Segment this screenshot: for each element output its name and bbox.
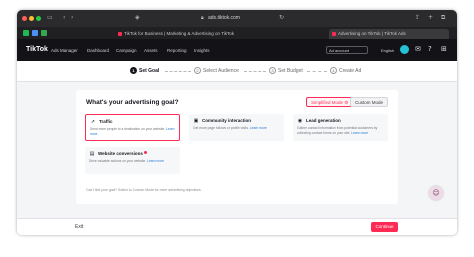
objective-desc-text: Drive valuable actions on your website. bbox=[89, 159, 147, 163]
nav-assets[interactable]: Assets bbox=[144, 47, 158, 54]
maximize-window-button[interactable] bbox=[36, 16, 41, 21]
avatar[interactable] bbox=[400, 45, 409, 54]
page-title: What's your advertising goal? bbox=[86, 99, 179, 106]
account-selector[interactable]: Ad account bbox=[326, 46, 368, 54]
step-label: Set Budget bbox=[278, 68, 303, 74]
sidebar-icon[interactable]: ▭ bbox=[47, 14, 53, 22]
step-number: 2 bbox=[194, 67, 201, 74]
objective-name: Community interaction bbox=[202, 118, 252, 123]
step-number: 3 bbox=[269, 67, 276, 74]
step-set-goal[interactable]: 1 Set Goal bbox=[130, 67, 159, 75]
share-icon[interactable]: ⇪ bbox=[415, 14, 420, 22]
new-tab-icon[interactable]: + bbox=[428, 14, 433, 22]
browser-tab[interactable]: TikTok for Business | Marketing & Advert… bbox=[115, 29, 265, 39]
step-select-audience[interactable]: 2 Select Audience bbox=[194, 67, 239, 75]
back-icon[interactable]: ‹ bbox=[63, 14, 65, 22]
help-icon[interactable]: ? bbox=[428, 45, 432, 54]
forward-icon[interactable]: › bbox=[71, 14, 73, 22]
simplified-mode-label: Simplified Mode bbox=[311, 100, 344, 105]
step-label: Set Goal bbox=[139, 68, 160, 74]
browser-tab-active[interactable]: Advertising on TikTok | TikTok Ads bbox=[329, 29, 449, 39]
app-header: TikTok Ads Manager Dashboard Campaign As… bbox=[17, 39, 457, 61]
privacy-shield-icon[interactable]: ◈ bbox=[135, 14, 140, 22]
learn-more-link[interactable]: Learn more bbox=[147, 159, 164, 163]
objective-traffic[interactable]: ➚ Traffic Send more people to a destinat… bbox=[85, 114, 180, 141]
extension-icon[interactable] bbox=[32, 30, 38, 36]
nav-reporting[interactable]: Reporting bbox=[167, 47, 187, 54]
community-icon: ▣ bbox=[193, 118, 199, 124]
step-number: 4 bbox=[330, 67, 337, 74]
objective-website-conversions[interactable]: ▤ Website conversions Drive valuable act… bbox=[85, 147, 180, 174]
objective-description: Gather contact information from potentia… bbox=[297, 126, 385, 135]
extension-icon[interactable] bbox=[23, 30, 29, 36]
step-number: 1 bbox=[130, 67, 137, 74]
objective-description: Send more people to a destination on you… bbox=[90, 127, 178, 136]
tab-label: Advertising on TikTok | TikTok Ads bbox=[338, 31, 406, 36]
conversion-icon: ▤ bbox=[89, 151, 95, 157]
mail-icon[interactable]: ✉ bbox=[415, 45, 421, 54]
close-window-button[interactable] bbox=[22, 16, 27, 21]
minimize-window-button[interactable] bbox=[29, 16, 34, 21]
objective-name: Traffic bbox=[99, 119, 113, 124]
bottom-action-bar: Exit Continue bbox=[17, 218, 457, 235]
step-connector bbox=[244, 71, 266, 72]
chat-icon: ☺ bbox=[432, 189, 440, 197]
tiktok-favicon-icon bbox=[118, 32, 122, 36]
lock-icon: 🔒︎ bbox=[201, 15, 204, 21]
tiktok-logo[interactable]: TikTok bbox=[26, 46, 48, 54]
step-set-budget[interactable]: 3 Set Budget bbox=[269, 67, 303, 75]
exit-button[interactable]: Exit bbox=[75, 224, 83, 231]
address-bar[interactable]: ads.tiktok.com bbox=[208, 14, 268, 23]
step-create-ad[interactable]: 4 Create Ad bbox=[330, 67, 361, 75]
tab-overview-icon[interactable]: ⧉ bbox=[441, 14, 445, 22]
extension-icon[interactable] bbox=[41, 30, 47, 36]
learn-more-link[interactable]: Learn more bbox=[250, 126, 267, 130]
nav-campaign[interactable]: Campaign bbox=[116, 47, 137, 54]
browser-toolbar: ▭ ‹ › ◈ 🔒︎ ads.tiktok.com ↻ ⇪ + ⧉ bbox=[17, 10, 457, 27]
objective-lead-generation[interactable]: ◉ Lead generation Gather contact informa… bbox=[293, 114, 388, 141]
reload-icon[interactable]: ↻ bbox=[279, 14, 284, 22]
chat-support-button[interactable]: ☺ bbox=[429, 186, 443, 200]
logo-subtitle: Ads Manager bbox=[51, 48, 78, 53]
apps-grid-icon[interactable]: ⊞ bbox=[441, 45, 447, 54]
custom-mode-button[interactable]: Custom Mode bbox=[350, 97, 389, 107]
step-label: Select Audience bbox=[203, 68, 239, 74]
cursor-icon: ➚ bbox=[90, 119, 96, 125]
nav-dashboard[interactable]: Dashboard bbox=[87, 47, 109, 54]
campaign-stepper: 1 Set Goal 2 Select Audience 3 Set Budget 4… bbox=[17, 61, 457, 82]
footer-note: Can't find your goal? Switch to Custom M… bbox=[86, 188, 202, 192]
step-label: Create Ad bbox=[339, 68, 362, 74]
learn-more-link[interactable]: Learn more bbox=[351, 131, 368, 135]
continue-button[interactable]: Continue bbox=[371, 222, 398, 232]
new-badge bbox=[143, 151, 147, 154]
browser-window: ▭ ‹ › ◈ 🔒︎ ads.tiktok.com ↻ ⇪ + ⧉ TikTok… bbox=[17, 10, 457, 235]
objective-community-interaction[interactable]: ▣ Community interaction Get more page fo… bbox=[189, 114, 284, 141]
objective-name: Website conversions bbox=[98, 151, 147, 157]
objective-name: Lead generation bbox=[306, 118, 341, 123]
objective-desc-text: Send more people to a destination on you… bbox=[90, 127, 166, 131]
objective-description: Get more page follows or profile visits.… bbox=[193, 126, 281, 131]
tab-label: TikTok for Business | Marketing & Advert… bbox=[124, 31, 235, 36]
objective-desc-text: Get more page follows or profile visits. bbox=[193, 126, 249, 130]
lead-icon: ◉ bbox=[297, 118, 303, 124]
step-connector bbox=[307, 71, 327, 72]
objective-name-text: Website conversions bbox=[98, 151, 143, 156]
nav-insights[interactable]: Insights bbox=[194, 47, 210, 54]
tab-bar: TikTok for Business | Marketing & Advert… bbox=[17, 27, 457, 39]
tiktok-favicon-icon bbox=[332, 32, 336, 36]
objective-description: Drive valuable actions on your website. … bbox=[89, 159, 177, 164]
screen: ▭ ‹ › ◈ 🔒︎ ads.tiktok.com ↻ ⇪ + ⧉ TikTok… bbox=[0, 0, 474, 257]
goal-card: What's your advertising goal? Simplified… bbox=[76, 90, 398, 204]
settings-icon: ⚙ bbox=[344, 101, 349, 106]
step-connector bbox=[165, 71, 191, 72]
simplified-mode-button[interactable]: Simplified Mode ⚙ bbox=[306, 97, 354, 107]
language-selector[interactable]: English bbox=[381, 47, 394, 54]
